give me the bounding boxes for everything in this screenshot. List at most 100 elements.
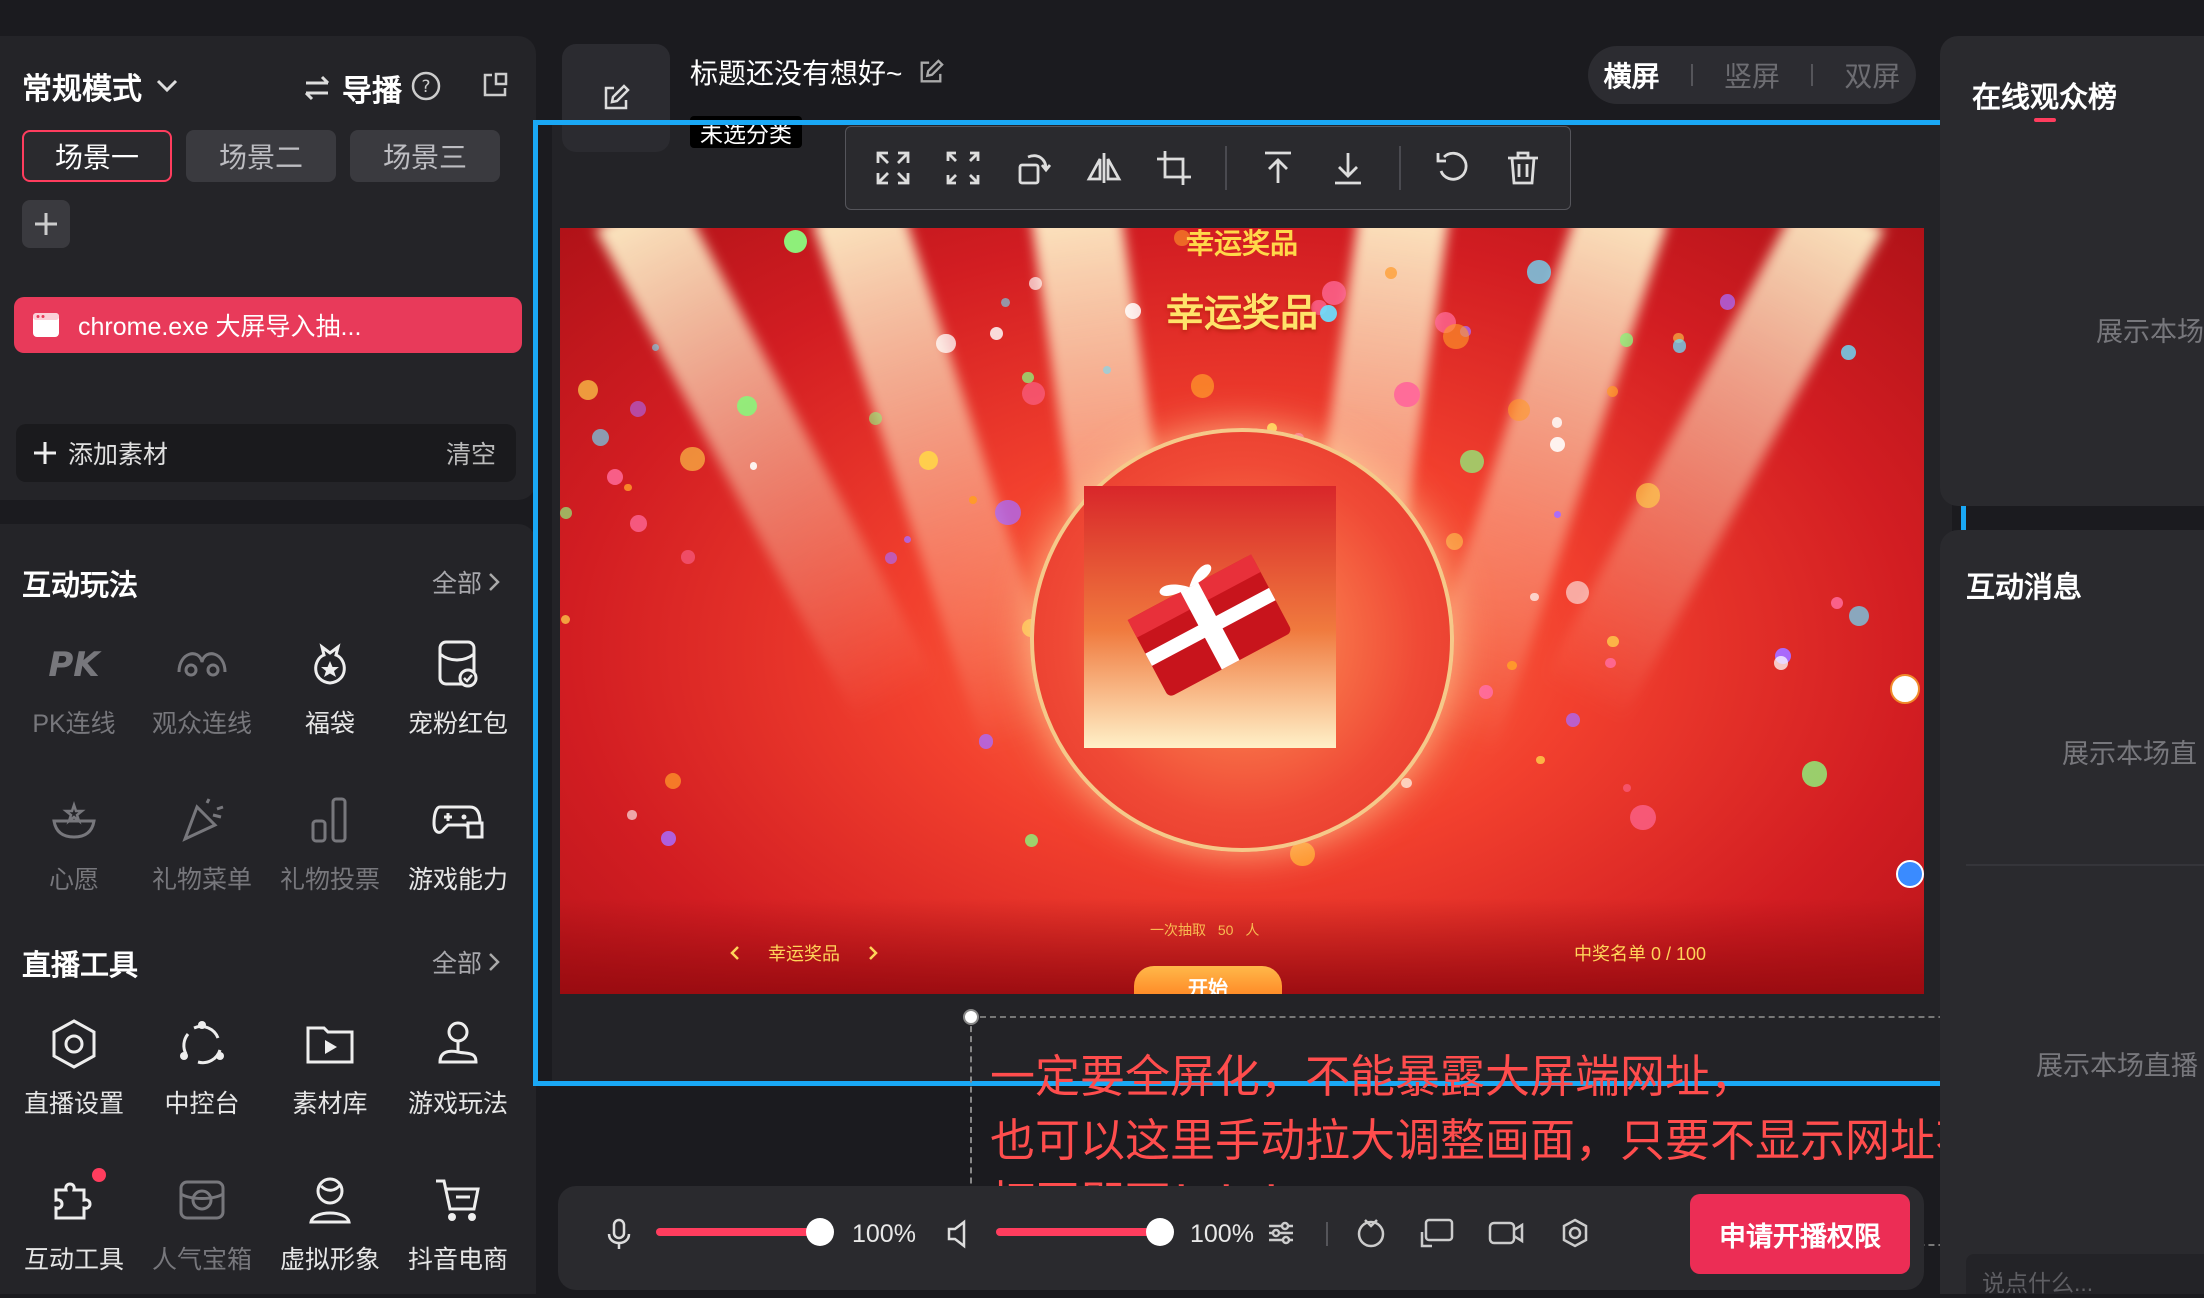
- confetti-dot: [1622, 783, 1632, 793]
- scene-tab-1[interactable]: 场景一: [22, 130, 172, 182]
- interactive-section-title: 互动玩法: [22, 570, 139, 602]
- tool-material-library[interactable]: 素材库: [266, 1016, 394, 1120]
- add-material-label: 添加素材: [68, 441, 169, 469]
- audio-settings-icon[interactable]: [1266, 1218, 1296, 1248]
- undo-icon[interactable]: [1434, 149, 1472, 187]
- help-icon[interactable]: ?: [410, 70, 442, 102]
- director-button[interactable]: 导播: [302, 66, 402, 110]
- tool-audience-link[interactable]: 观众连线: [138, 636, 266, 740]
- tool-popularity-chest[interactable]: 人气宝箱: [138, 1172, 266, 1276]
- beauty-icon[interactable]: [1354, 1216, 1388, 1250]
- divider: [1399, 146, 1402, 190]
- mic-volume-slider[interactable]: [656, 1218, 834, 1246]
- lucky-bag-icon: [302, 636, 358, 692]
- confetti-dot: [1606, 635, 1619, 648]
- confetti-dot: [969, 496, 977, 504]
- confetti-dot: [995, 499, 1021, 525]
- bring-to-front-icon[interactable]: [1259, 149, 1297, 187]
- category-tag[interactable]: 未选分类: [690, 116, 802, 148]
- confetti-dot: [1530, 592, 1539, 602]
- add-scene-button[interactable]: [22, 200, 70, 248]
- tool-lucky-bag[interactable]: 福袋: [266, 636, 394, 740]
- scene-tab-3[interactable]: 场景三: [350, 130, 500, 182]
- tool-live-settings[interactable]: 直播设置: [10, 1016, 138, 1120]
- slider-knob[interactable]: [1145, 1218, 1174, 1246]
- tool-control-center[interactable]: 中控台: [138, 1016, 266, 1120]
- speaker-volume-slider[interactable]: [996, 1218, 1174, 1246]
- slider-knob[interactable]: [805, 1218, 834, 1246]
- microphone-icon[interactable]: [606, 1218, 632, 1250]
- scene-tab-2[interactable]: 场景二: [186, 130, 336, 182]
- divider: [1966, 864, 2204, 866]
- add-material-button[interactable]: 添加素材: [32, 435, 168, 471]
- divider: [1326, 1222, 1328, 1246]
- tool-gift-menu[interactable]: 礼物菜单: [138, 792, 266, 896]
- orient-portrait[interactable]: 竖屏: [1724, 55, 1780, 95]
- screen-capture-preview[interactable]: 幸运奖品 幸运奖品 一次抽取 50 人 幸运奖品 中奖名单 0 / 100 开始: [560, 228, 1924, 994]
- tool-virtual-avatar[interactable]: 虚拟形象: [266, 1172, 394, 1276]
- flip-horizontal-icon[interactable]: [1085, 149, 1123, 187]
- fit-screen-icon[interactable]: [874, 149, 912, 187]
- confetti-dot: [681, 550, 695, 564]
- tool-fan-redpacket[interactable]: 宠粉红包: [394, 636, 522, 740]
- viewers-title[interactable]: 在线观众榜: [1972, 74, 2117, 116]
- preview-title: 幸运奖品: [1165, 293, 1318, 335]
- gift-box-icon: [1127, 554, 1291, 696]
- tool-label: 互动工具: [23, 1246, 124, 1274]
- confetti-dot: [1774, 656, 1788, 671]
- edit-cover-button[interactable]: [562, 44, 670, 152]
- settings-icon[interactable]: [1560, 1218, 1590, 1248]
- fullscreen-icon[interactable]: [944, 149, 982, 187]
- tool-wish[interactable]: 心愿: [10, 792, 138, 896]
- live-tools-all-link[interactable]: 全部: [432, 944, 500, 980]
- trash-icon[interactable]: [1504, 149, 1542, 187]
- orient-landscape[interactable]: 横屏: [1604, 55, 1660, 95]
- screen-mirror-icon[interactable]: [1420, 1216, 1456, 1250]
- interactive-all-link[interactable]: 全部: [432, 564, 500, 600]
- source-item-chrome[interactable]: chrome.exe 大屏导入抽...: [14, 297, 522, 353]
- source-toolbar: [845, 126, 1571, 210]
- mode-selector[interactable]: 常规模式: [22, 64, 178, 108]
- tool-game-ability[interactable]: 游戏能力: [394, 792, 522, 896]
- tool-label: 宠粉红包: [407, 710, 508, 738]
- folder-play-icon: [302, 1016, 358, 1072]
- tool-douyin-ecommerce[interactable]: 抖音电商: [394, 1172, 522, 1276]
- tool-gift-vote[interactable]: 礼物投票: [266, 792, 394, 896]
- confetti-dot: [679, 446, 705, 472]
- tool-label: 抖音电商: [407, 1246, 508, 1274]
- tool-interactive-tools[interactable]: 互动工具: [10, 1168, 138, 1276]
- resize-handle[interactable]: [963, 1009, 979, 1025]
- prize-nav[interactable]: 幸运奖品: [730, 940, 878, 966]
- gamepad-icon: [430, 792, 486, 848]
- confetti-dot: [627, 810, 637, 820]
- floating-badge-icon: [1890, 674, 1920, 704]
- stream-title[interactable]: 标题还没有想好~: [690, 52, 945, 92]
- tool-label: 游戏能力: [407, 866, 508, 894]
- party-popper-icon: [174, 792, 230, 848]
- crop-icon[interactable]: [1155, 149, 1193, 187]
- director-label: 导播: [342, 75, 402, 108]
- confetti-dot: [885, 551, 898, 564]
- popout-icon[interactable]: [480, 70, 510, 100]
- orient-dual[interactable]: 双屏: [1844, 55, 1900, 95]
- confetti-dot: [1553, 510, 1561, 519]
- joystick-icon: [430, 1016, 486, 1072]
- apply-live-permission-button[interactable]: 申请开播权限: [1690, 1194, 1910, 1274]
- tool-game-play[interactable]: 游戏玩法: [394, 1016, 522, 1120]
- confetti-dot: [1606, 386, 1618, 398]
- rotate-icon[interactable]: [1014, 149, 1052, 187]
- camera-icon[interactable]: [1488, 1218, 1524, 1248]
- confetti-dot: [1551, 417, 1563, 429]
- tool-label: 游戏玩法: [407, 1090, 508, 1118]
- tool-pk[interactable]: PK PK连线: [10, 636, 138, 740]
- hexagon-settings-icon: [46, 1016, 102, 1072]
- annotation-line-1: 一定要全屏化，不能暴露大屏端网址，: [990, 1051, 1756, 1102]
- speaker-icon[interactable]: [946, 1218, 972, 1250]
- tool-label: 人气宝箱: [151, 1246, 252, 1274]
- send-to-back-icon[interactable]: [1329, 149, 1367, 187]
- chat-input[interactable]: 说点什么...: [1966, 1254, 2204, 1296]
- confetti-dot: [1190, 374, 1215, 398]
- bar-chart-icon: [302, 792, 358, 848]
- clear-button[interactable]: 清空: [446, 435, 496, 471]
- messages-empty-tip-2: 展示本场直播: [2036, 1051, 2198, 1081]
